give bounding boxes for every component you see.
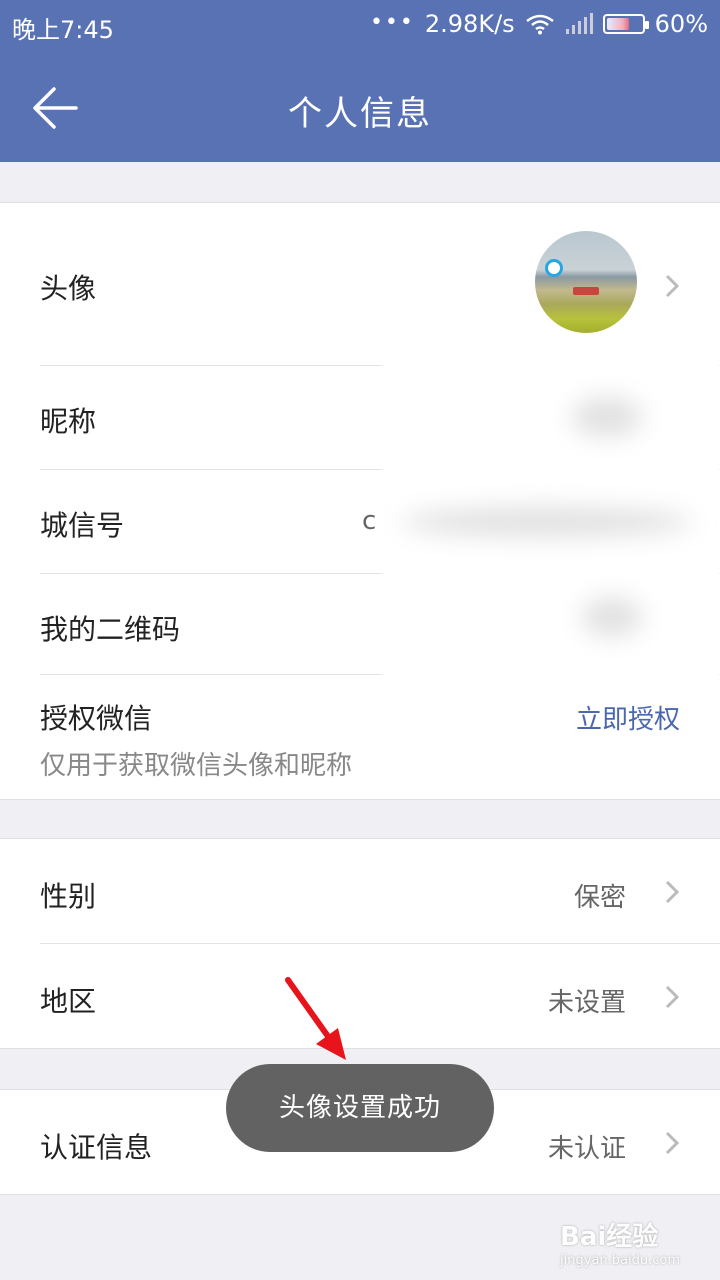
- red-arrow-annotation: [285, 977, 346, 1060]
- avatar-row[interactable]: 头像: [0, 203, 720, 365]
- status-bar: 晚上7:45 ••• 2.98K/s 60%: [0, 0, 720, 52]
- chevron-right-icon: [665, 985, 680, 1009]
- chevron-right-icon: [665, 274, 680, 298]
- dots-icon: •••: [369, 9, 415, 35]
- watermark-brand: Bai经验: [560, 1222, 659, 1252]
- qrcode-label: 我的二维码: [40, 613, 181, 646]
- status-time: 晚上7:45: [12, 16, 114, 44]
- gender-value: 保密: [573, 883, 626, 913]
- page-title: 个人信息: [288, 94, 432, 134]
- chengxin-label: 城信号: [40, 509, 125, 542]
- wechat-auth-row: 授权微信 仅用于获取微信头像和昵称 立即授权: [0, 675, 720, 799]
- region-row[interactable]: 地区 未设置: [0, 944, 720, 1048]
- wechat-subtitle: 仅用于获取微信头像和昵称: [40, 751, 353, 781]
- battery-fill: [606, 18, 630, 30]
- region-label: 地区: [40, 985, 97, 1018]
- chengxin-value: c: [362, 506, 377, 536]
- avatar-image: [535, 231, 637, 333]
- toast-message: 头像设置成功: [226, 1064, 494, 1152]
- verify-value: 未认证: [547, 1134, 626, 1164]
- verify-label: 认证信息: [40, 1131, 153, 1164]
- gender-label: 性别: [40, 880, 97, 913]
- baidu-watermark: Bai经验 jingyan.baidu.com: [560, 1216, 680, 1268]
- wifi-icon: [525, 14, 554, 35]
- chevron-right-icon: [665, 1131, 680, 1155]
- wechat-label: 授权微信: [40, 702, 153, 735]
- nav-bar: 个人信息: [0, 52, 720, 162]
- chevron-right-icon: [665, 880, 680, 904]
- watermark-url: jingyan.baidu.com: [560, 1253, 680, 1268]
- blurred-redaction: [382, 357, 720, 687]
- network-speed: 2.98K/s: [424, 10, 515, 38]
- avatar-photo-marker: [545, 259, 563, 277]
- signal-icon: [565, 13, 593, 34]
- battery-percent: 60%: [654, 10, 708, 38]
- wechat-authorize-link[interactable]: 立即授权: [576, 699, 680, 736]
- blur-smudge: [402, 507, 692, 537]
- status-right: ••• 2.98K/s 60%: [369, 9, 708, 39]
- blur-smudge: [572, 397, 642, 437]
- details-section: 性别 保密 地区 未设置: [0, 838, 720, 1049]
- avatar-photo-roof: [573, 287, 599, 295]
- blur-smudge: [582, 597, 642, 637]
- gender-row[interactable]: 性别 保密: [0, 839, 720, 943]
- region-value: 未设置: [547, 988, 626, 1018]
- avatar-label: 头像: [40, 272, 97, 305]
- nickname-label: 昵称: [40, 405, 97, 438]
- battery-icon: [602, 14, 649, 34]
